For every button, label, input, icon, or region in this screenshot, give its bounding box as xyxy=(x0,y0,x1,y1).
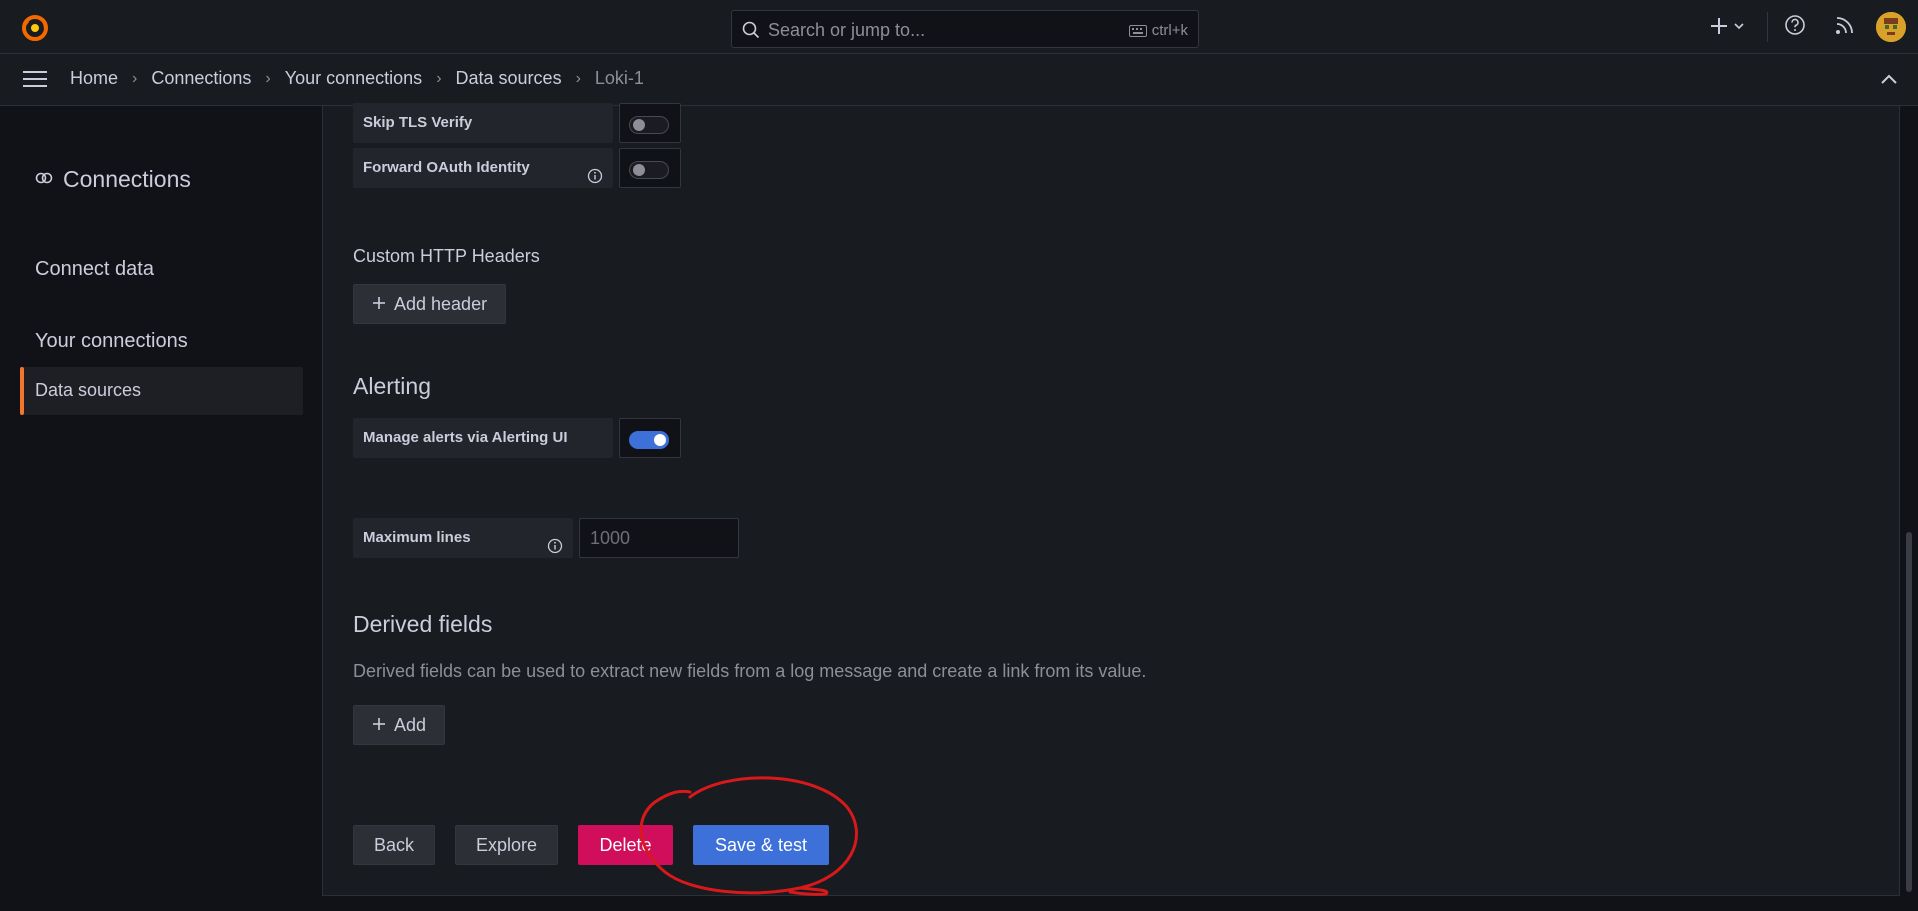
search-shortcut-label: ctrl+k xyxy=(1151,22,1188,39)
custom-headers-title: Custom HTTP Headers xyxy=(353,246,540,266)
sidebar-title: Connections xyxy=(35,166,191,193)
scrollbar[interactable] xyxy=(1906,532,1912,892)
toggle-knob xyxy=(633,164,645,176)
info-icon[interactable] xyxy=(587,160,603,200)
max-lines-placeholder: 1000 xyxy=(590,528,631,548)
rss-icon[interactable] xyxy=(1834,14,1856,41)
add-header-button[interactable]: Add header xyxy=(353,284,507,324)
sidebar-item-your-connections[interactable]: Your connections xyxy=(35,330,188,353)
toggle-knob xyxy=(633,119,645,131)
forward-oauth-label: Forward OAuth Identity xyxy=(353,148,613,188)
search-icon xyxy=(742,21,760,44)
derived-fields-title: Derived fields xyxy=(353,611,493,637)
manage-alerts-text: Manage alerts via Alerting UI xyxy=(363,429,568,446)
plus-icon xyxy=(372,715,386,736)
top-bar: Search or jump to... ctrl+k xyxy=(0,0,1918,54)
sidebar: Connections Connect data Your connection… xyxy=(0,106,322,911)
main-content xyxy=(322,106,1900,896)
skip-tls-toggle[interactable] xyxy=(629,116,669,134)
delete-button[interactable]: Delete xyxy=(578,825,673,865)
sidebar-item-label: Data sources xyxy=(35,380,142,400)
add-derived-field-label: Add xyxy=(394,714,427,735)
breadcrumb-separator: › xyxy=(436,69,442,87)
keyboard-icon xyxy=(1128,24,1147,37)
chevron-down-icon xyxy=(1734,23,1744,30)
info-icon[interactable] xyxy=(547,530,563,570)
search-shortcut: ctrl+k xyxy=(1128,22,1188,39)
connections-icon xyxy=(35,166,53,193)
breadcrumb-connections[interactable]: Connections xyxy=(151,68,251,89)
manage-alerts-toggle[interactable] xyxy=(629,431,669,449)
sidebar-item-connect-data[interactable]: Connect data xyxy=(35,258,154,281)
breadcrumb-home[interactable]: Home xyxy=(70,68,118,89)
add-header-label: Add header xyxy=(394,293,488,314)
avatar[interactable] xyxy=(1876,12,1906,42)
forward-oauth-toggle[interactable] xyxy=(629,161,669,179)
toggle-knob xyxy=(654,434,666,446)
menu-icon[interactable] xyxy=(22,69,48,94)
max-lines-input[interactable]: 1000 xyxy=(579,518,739,558)
help-icon[interactable] xyxy=(1784,14,1806,41)
plus-icon xyxy=(1711,18,1727,34)
search-placeholder: Search or jump to... xyxy=(768,20,926,40)
grafana-logo-icon[interactable] xyxy=(20,13,50,43)
breadcrumb-bar: Home › Connections › Your connections › … xyxy=(0,54,1918,106)
forward-oauth-text: Forward OAuth Identity xyxy=(363,159,530,176)
skip-tls-toggle-wrap xyxy=(619,103,681,143)
active-indicator xyxy=(20,367,24,415)
topbar-divider xyxy=(1767,12,1768,42)
max-lines-text: Maximum lines xyxy=(363,529,471,546)
manage-alerts-label: Manage alerts via Alerting UI xyxy=(353,418,613,458)
breadcrumb-separator: › xyxy=(132,69,138,87)
max-lines-label: Maximum lines xyxy=(353,518,573,558)
plus-icon xyxy=(372,294,386,315)
skip-tls-text: Skip TLS Verify xyxy=(363,114,473,131)
breadcrumb: Home › Connections › Your connections › … xyxy=(70,68,644,89)
sidebar-item-data-sources[interactable]: Data sources xyxy=(20,367,303,415)
breadcrumb-your-connections[interactable]: Your connections xyxy=(285,68,422,89)
search-bar[interactable]: Search or jump to... ctrl+k xyxy=(731,10,1199,48)
skip-tls-label: Skip TLS Verify xyxy=(353,103,613,143)
new-menu-button[interactable] xyxy=(1710,14,1748,43)
derived-fields-description: Derived fields can be used to extract ne… xyxy=(353,661,1147,681)
chevron-up-icon[interactable] xyxy=(1880,72,1898,90)
explore-button[interactable]: Explore xyxy=(455,825,558,865)
forward-oauth-toggle-wrap xyxy=(619,148,681,188)
alerting-title: Alerting xyxy=(353,373,431,399)
breadcrumb-current: Loki-1 xyxy=(594,68,644,88)
breadcrumb-separator: › xyxy=(575,69,581,87)
breadcrumb-separator: › xyxy=(265,69,271,87)
breadcrumb-data-sources[interactable]: Data sources xyxy=(456,68,562,89)
add-derived-field-button[interactable]: Add xyxy=(353,705,446,745)
back-button[interactable]: Back xyxy=(353,825,435,865)
sidebar-title-label: Connections xyxy=(63,166,191,192)
save-test-button[interactable]: Save & test xyxy=(693,825,829,865)
manage-alerts-toggle-wrap xyxy=(619,418,681,458)
